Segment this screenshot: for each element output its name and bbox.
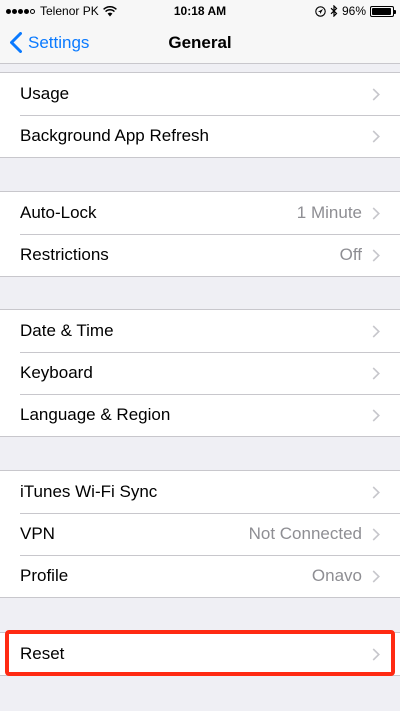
navigation-bar: General Settings <box>0 22 400 64</box>
status-bar: Telenor PK 10:18 AM 96% <box>0 0 400 22</box>
row-language-region[interactable]: Language & Region <box>0 394 400 436</box>
row-label: Reset <box>20 644 65 663</box>
settings-group-network: iTunes Wi-Fi Sync VPN Not Connected Prof… <box>0 470 400 598</box>
battery-level-fill <box>372 7 392 15</box>
back-button[interactable]: Settings <box>10 22 89 63</box>
back-button-label: Settings <box>28 32 90 52</box>
row-vpn[interactable]: VPN Not Connected <box>0 513 400 555</box>
chevron-right-icon <box>372 366 380 380</box>
row-label: Date & Time <box>20 321 114 340</box>
row-date-time[interactable]: Date & Time <box>0 310 400 352</box>
bluetooth-icon <box>330 5 338 17</box>
row-value: Not Connected <box>248 524 362 543</box>
chevron-right-icon <box>372 527 380 541</box>
chevron-left-icon <box>10 32 22 53</box>
row-usage[interactable]: Usage <box>0 73 400 115</box>
chevron-right-icon <box>372 206 380 220</box>
settings-group-locale: Date & Time Keyboard Language & Region <box>0 309 400 437</box>
row-label: Background App Refresh <box>20 126 210 145</box>
chevron-right-icon <box>372 248 380 262</box>
row-profile[interactable]: Profile Onavo <box>0 555 400 597</box>
row-restrictions[interactable]: Restrictions Off <box>0 234 400 276</box>
settings-group-lock: Auto-Lock 1 Minute Restrictions Off <box>0 191 400 277</box>
row-background-app-refresh[interactable]: Background App Refresh <box>0 115 400 157</box>
battery-icon <box>370 5 396 17</box>
status-right: 96% <box>311 0 396 22</box>
row-itunes-wifi-sync[interactable]: iTunes Wi-Fi Sync <box>0 471 400 513</box>
row-label: Profile <box>20 566 69 585</box>
row-label: Keyboard <box>20 363 93 382</box>
chevron-right-icon <box>372 569 380 583</box>
row-value: Onavo <box>311 566 362 585</box>
row-auto-lock[interactable]: Auto-Lock 1 Minute <box>0 192 400 234</box>
row-value: Off <box>339 245 362 264</box>
settings-group-usage: Usage Background App Refresh <box>0 72 400 158</box>
chevron-right-icon <box>372 485 380 499</box>
battery-percentage: 96% <box>341 4 366 18</box>
row-value: 1 Minute <box>296 203 362 222</box>
row-keyboard[interactable]: Keyboard <box>0 352 400 394</box>
row-label: iTunes Wi-Fi Sync <box>20 482 158 501</box>
location-arrow-icon <box>315 5 326 17</box>
row-label: Language & Region <box>20 405 171 424</box>
chevron-right-icon <box>372 129 380 143</box>
row-label: VPN <box>20 524 55 543</box>
chevron-right-icon <box>372 408 380 422</box>
chevron-right-icon <box>372 647 380 661</box>
settings-group-reset: Reset <box>0 632 400 676</box>
chevron-right-icon <box>372 324 380 338</box>
row-label: Usage <box>20 84 70 103</box>
row-label: Auto-Lock <box>20 203 97 222</box>
row-label: Restrictions <box>20 245 109 264</box>
row-reset[interactable]: Reset <box>0 633 400 675</box>
chevron-right-icon <box>372 87 380 101</box>
